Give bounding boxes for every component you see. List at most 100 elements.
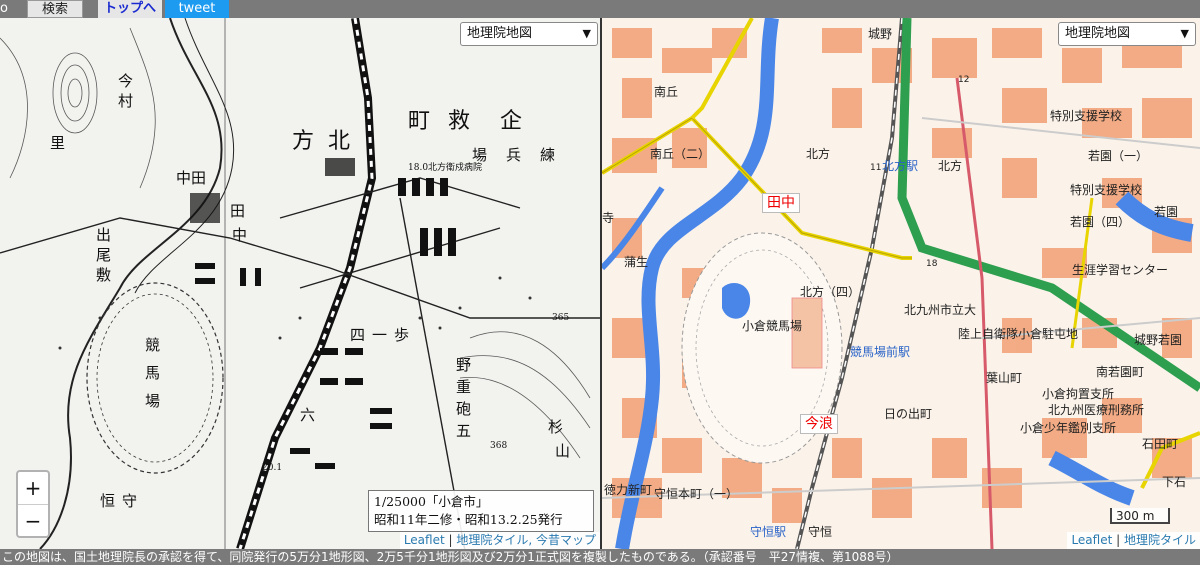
map-label: 五 — [456, 422, 471, 440]
attribution-left: Leaflet | 地理院タイル, 今昔マップ — [399, 532, 600, 549]
chevron-down-icon: ▼ — [582, 27, 591, 40]
map-label: 北九州医療刑務所 — [1048, 403, 1144, 417]
map-label: 北方（四） — [800, 284, 860, 299]
map-label: 山 — [555, 442, 570, 460]
map-label: 北方衛戍病院 — [428, 161, 482, 173]
map-label: 蒲生 — [624, 255, 648, 269]
copyright-notice: この地図は、国土地理院長の承認を得て、同院発行の5万分1地形図、2万5千分1地形… — [0, 549, 1200, 565]
leaflet-link[interactable]: Leaflet — [1071, 533, 1112, 547]
map-label: 寺 — [602, 211, 614, 225]
map-label: 今 — [118, 72, 133, 90]
map-label: 六 — [300, 406, 315, 424]
map-label: 企 — [500, 109, 522, 134]
elevation-label: 365 — [552, 313, 569, 323]
map-label: 村 — [118, 92, 133, 110]
old-map-pane[interactable]: 町 救 企 方 北 場 兵 練 中田 田 中 出 尾 敷 今 村 里 競 馬 場… — [0, 18, 600, 549]
map-label: 若園（四） — [1070, 215, 1130, 229]
leaflet-link[interactable]: Leaflet — [404, 533, 445, 547]
map-label: 北方 — [938, 158, 962, 173]
map-label: 城野若園 — [1134, 333, 1182, 347]
chevron-down-icon: ▼ — [1180, 27, 1189, 40]
modern-map-canvas[interactable]: 南丘 南丘（二） 北方 北方駅 北方 北方（四） 城野 特別支援学校 特別支援学… — [602, 18, 1200, 549]
layer-select-value: 地理院地図 — [1065, 26, 1131, 41]
map-label: 小倉拘置支所 — [1042, 386, 1114, 401]
map-label: 特別支援学校 — [1070, 182, 1142, 197]
old-map-canvas[interactable]: 町 救 企 方 北 場 兵 練 中田 田 中 出 尾 敷 今 村 里 競 馬 場… — [0, 18, 600, 549]
map-label: 特別支援学校 — [1050, 108, 1122, 123]
map-label: 南丘（二） — [650, 146, 710, 161]
map-label: 場 — [472, 146, 487, 164]
map-label: 馬 — [145, 364, 160, 382]
map-edition-info: 1/25000「小倉市」 昭和11年二修・昭和13.2.25発行 — [368, 490, 594, 532]
map-label: 若園（一） — [1088, 149, 1148, 163]
map-label: 石田町 — [1142, 437, 1178, 451]
toolbar: o 検索 トップへ tweet — [0, 0, 1200, 18]
map-label: 中 — [232, 226, 247, 244]
map-label: 恒 — [100, 492, 115, 510]
route-number: 11 — [870, 163, 881, 173]
map-label: 南丘 — [654, 84, 678, 99]
place-marker-tanaka[interactable]: 田中 — [762, 193, 800, 213]
map-label: 守恒本町（一） — [654, 487, 738, 501]
map-label: 兵 — [506, 146, 521, 164]
map-label: 出 — [96, 226, 111, 244]
attribution-separator: | — [1112, 533, 1124, 547]
map-label: 方 — [292, 129, 314, 154]
map-label: 砲 — [456, 400, 471, 418]
map-label: 北方 — [806, 146, 830, 161]
map-label: 歩 — [394, 326, 409, 344]
zoom-control: + − — [16, 470, 50, 538]
layer-select-left[interactable]: 地理院地図 ▼ — [460, 22, 598, 46]
map-label: 競 — [145, 336, 160, 354]
map-label: 田 — [230, 202, 245, 220]
map-label: 守 — [122, 492, 137, 510]
map-label: 重 — [456, 378, 471, 396]
map-label: 里 — [50, 134, 65, 152]
route-number: 18 — [926, 259, 938, 269]
map-label: 葉山町 — [986, 371, 1022, 385]
elevation-label: 368 — [490, 441, 507, 451]
map-label: 北九州市立大 — [904, 302, 976, 317]
tweet-button[interactable]: tweet — [165, 0, 229, 18]
map-edition-date: 昭和11年二修・昭和13.2.25発行 — [374, 512, 563, 527]
route-number: 12 — [958, 75, 969, 85]
top-link[interactable]: トップへ — [98, 0, 162, 18]
map-label: 杉 — [548, 418, 563, 436]
search-button[interactable]: 検索 — [27, 0, 83, 18]
station-label: 守恒駅 — [750, 525, 786, 539]
layer-select-value: 地理院地図 — [467, 26, 533, 41]
tiles-link[interactable]: 地理院タイル — [1124, 533, 1196, 547]
map-label: 練 — [540, 146, 555, 164]
mode-toggle[interactable]: o — [0, 0, 10, 18]
map-label: 野 — [456, 356, 471, 374]
map-label: 徳力新町 — [604, 482, 652, 497]
zoom-in-button[interactable]: + — [18, 472, 48, 505]
elevation-label: 20.1 — [262, 463, 282, 473]
map-label: 小倉競馬場 — [742, 318, 802, 333]
elevation-label: 18.0 — [408, 163, 428, 173]
scale-bar: 300 m — [1110, 508, 1170, 524]
map-label: 尾 — [96, 246, 111, 264]
map-sheet-name: 1/25000「小倉市」 — [374, 494, 489, 509]
map-label: 城野 — [868, 27, 892, 41]
map-label: 一 — [372, 326, 387, 344]
map-label: 陸上自衛隊小倉駐屯地 — [958, 326, 1078, 341]
map-label: 北 — [328, 129, 350, 154]
map-label: 下石 — [1162, 475, 1186, 489]
tiles-link[interactable]: 地理院タイル, 今昔マップ — [456, 533, 596, 547]
map-label: 小倉少年鑑別支所 — [1020, 420, 1116, 435]
station-label: 北方駅 — [882, 158, 918, 173]
modern-map-pane[interactable]: 南丘 南丘（二） 北方 北方駅 北方 北方（四） 城野 特別支援学校 特別支援学… — [602, 18, 1200, 549]
layer-select-right[interactable]: 地理院地図 ▼ — [1058, 22, 1196, 46]
map-label: 南若園町 — [1096, 364, 1144, 379]
map-label: 救 — [448, 109, 470, 134]
attribution-separator: | — [444, 533, 457, 547]
place-marker-imanami[interactable]: 今浪 — [800, 414, 838, 434]
map-label: 四 — [350, 326, 365, 344]
map-label: 生涯学習センター — [1072, 262, 1168, 277]
zoom-out-button[interactable]: − — [18, 505, 48, 537]
attribution-right: Leaflet | 地理院タイル — [1067, 532, 1200, 549]
map-label: 若園 — [1154, 205, 1178, 219]
station-label: 競馬場前駅 — [850, 344, 910, 359]
map-label: 中田 — [176, 169, 206, 187]
